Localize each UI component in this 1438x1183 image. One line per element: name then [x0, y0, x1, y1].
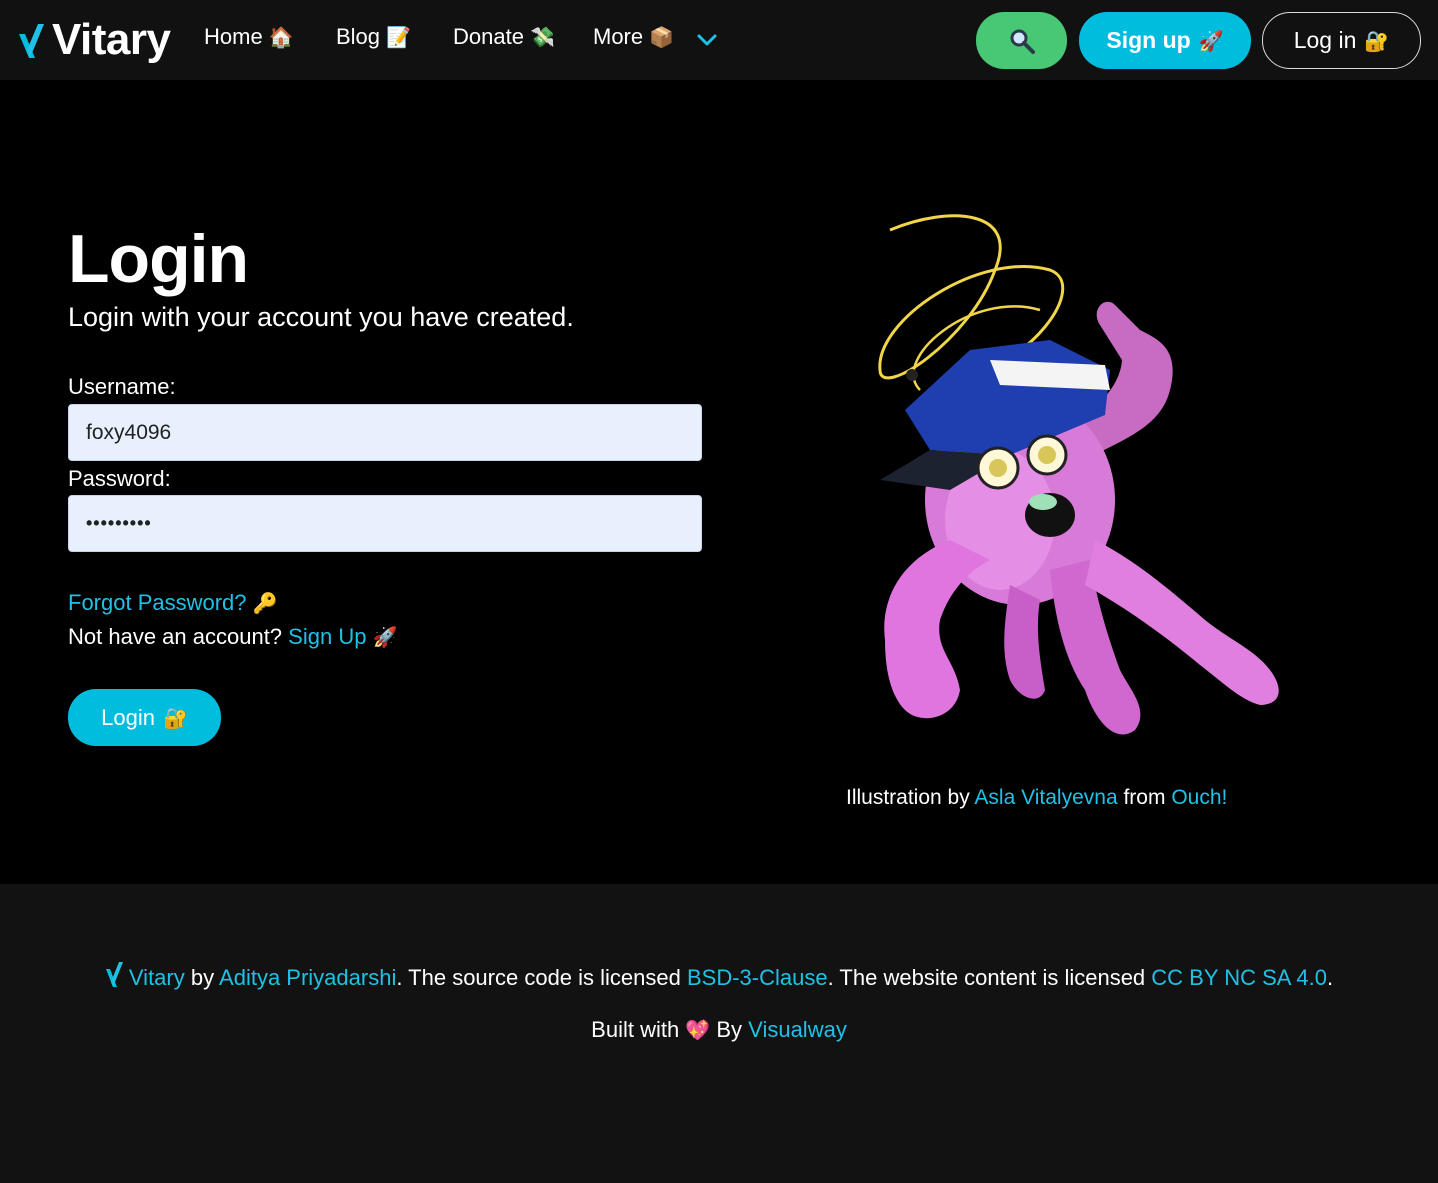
nav-home[interactable]: Home 🏠 — [204, 24, 294, 50]
nav-more-label: More — [593, 24, 644, 49]
signup-button-label: Sign up — [1106, 27, 1191, 53]
login-nav-label: Log in — [1293, 27, 1357, 53]
signup-button[interactable]: Sign up 🚀 — [1079, 12, 1251, 69]
rocket-icon: 🚀 — [1198, 28, 1224, 53]
footer-by: by — [190, 965, 215, 990]
navbar: Vitary Home 🏠 Blog 📝 Donate 💸 More 📦 Sig… — [0, 0, 1438, 80]
source-link[interactable]: Ouch! — [1171, 786, 1227, 809]
nav-more[interactable]: More 📦 — [593, 24, 674, 50]
no-account-text: Not have an account? — [68, 624, 283, 649]
content-license-link[interactable]: CC BY NC SA 4.0 — [1151, 965, 1327, 990]
password-value: ••••••••• — [86, 513, 152, 533]
credit-prefix: Illustration by — [846, 786, 970, 809]
search-button[interactable] — [976, 12, 1067, 69]
username-input[interactable]: foxy4096 — [68, 404, 702, 461]
octopus-illustration — [878, 214, 1279, 735]
built-with-text: Built with — [591, 1017, 680, 1042]
artist-link[interactable]: Asla Vitalyevna — [974, 786, 1117, 809]
code-license-text: . The source code is licensed — [396, 965, 681, 990]
password-label: Password: — [68, 466, 171, 491]
lock-icon: 🔐 — [1364, 28, 1390, 53]
signup-prompt: Not have an account? Sign Up 🚀 — [68, 624, 397, 650]
nav-donate[interactable]: Donate 💸 — [453, 24, 555, 50]
chevron-down-icon[interactable] — [696, 30, 718, 50]
page-subtitle: Login with your account you have created… — [68, 302, 574, 332]
key-icon: 🔑 — [252, 591, 278, 615]
vitary-logo-icon — [105, 962, 123, 987]
brand-name: Vitary — [52, 15, 171, 64]
username-label: Username: — [68, 374, 176, 399]
illustration-credit: Illustration by Asla Vitalyevna from Ouc… — [846, 786, 1227, 810]
login-nav-button[interactable]: Log in 🔐 — [1262, 12, 1421, 69]
author-link[interactable]: Aditya Priyadarshi — [219, 965, 396, 990]
brand-link[interactable]: Vitary — [18, 14, 171, 66]
footer-license-line: Vitary by Aditya Priyadarshi. The source… — [0, 960, 1438, 991]
content-license-text: . The website content is licensed — [827, 965, 1146, 990]
footer: Vitary by Aditya Priyadarshi. The source… — [0, 884, 1438, 1183]
footer-end: . — [1326, 965, 1334, 990]
memo-icon: 📝 — [386, 25, 412, 49]
vitary-logo-icon — [19, 24, 44, 58]
login-submit-label: Login — [101, 704, 155, 730]
login-submit-button[interactable]: Login 🔐 — [68, 689, 221, 746]
rocket-icon: 🚀 — [372, 625, 398, 649]
credit-mid: from — [1123, 786, 1166, 809]
built-by-text: By — [716, 1017, 743, 1042]
footer-built-line: Built with 💖 By Visualway — [0, 1017, 1438, 1043]
signup-link[interactable]: Sign Up — [288, 624, 366, 649]
username-value: foxy4096 — [86, 420, 172, 444]
heart-icon: 💖 — [685, 1018, 711, 1042]
code-license-link[interactable]: BSD-3-Clause — [687, 965, 828, 990]
footer-brand-link[interactable]: Vitary — [129, 965, 185, 990]
nav-donate-label: Donate — [453, 24, 524, 49]
package-icon: 📦 — [649, 25, 675, 49]
money-wings-icon: 💸 — [530, 25, 555, 49]
house-icon: 🏠 — [268, 25, 294, 49]
password-input[interactable]: ••••••••• — [68, 495, 702, 552]
search-icon — [1010, 29, 1035, 54]
nav-home-label: Home — [204, 24, 263, 49]
lock-icon: 🔐 — [162, 705, 188, 730]
nav-blog-label: Blog — [336, 24, 381, 49]
nav-blog[interactable]: Blog 📝 — [336, 24, 411, 50]
builder-link[interactable]: Visualway — [748, 1017, 847, 1042]
page-title: Login — [68, 221, 249, 297]
forgot-password: Forgot Password? 🔑 — [68, 590, 278, 616]
forgot-password-link[interactable]: Forgot Password? — [68, 590, 247, 615]
